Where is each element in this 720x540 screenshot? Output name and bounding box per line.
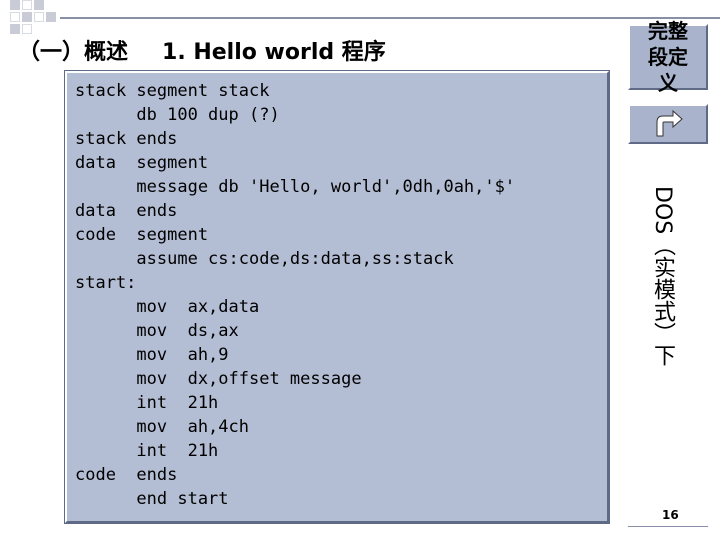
code-line: assume cs:code,ds:data,ss:stack bbox=[75, 249, 454, 269]
code-line: stack ends bbox=[75, 129, 178, 149]
full-segment-definition-label: 完整段定义 bbox=[648, 19, 688, 95]
code-line: end start bbox=[75, 489, 229, 509]
code-line: mov ah,4ch bbox=[75, 417, 249, 437]
code-line: db 100 dup (?) bbox=[75, 105, 280, 125]
code-line: mov ax,data bbox=[75, 297, 260, 317]
code-line: mov ah,9 bbox=[75, 345, 229, 365]
code-line: data segment bbox=[75, 153, 209, 173]
code-line: code ends bbox=[75, 465, 178, 485]
header-divider bbox=[60, 17, 720, 19]
return-arrow-icon bbox=[656, 110, 683, 137]
code-line: int 21h bbox=[75, 393, 219, 413]
page-number: 16 bbox=[662, 508, 679, 522]
slide-title: （一）概述 1. Hello world 程序 bbox=[18, 34, 386, 66]
code-line: data ends bbox=[75, 201, 178, 221]
code-panel-inner: stack segment stack db 100 dup (?) stack… bbox=[65, 71, 609, 523]
return-button[interactable] bbox=[628, 104, 708, 144]
code-line: mov ds,ax bbox=[75, 321, 239, 341]
code-line: message db 'Hello, world',0dh,0ah,'$' bbox=[75, 177, 516, 197]
code-panel: stack segment stack db 100 dup (?) stack… bbox=[64, 70, 610, 524]
code-line: mov dx,offset message bbox=[75, 369, 362, 389]
full-segment-definition-button[interactable]: 完整段定义 bbox=[628, 19, 708, 95]
code-line: start: bbox=[75, 273, 137, 293]
dos-real-mode-note: DOS（实模式）下 bbox=[650, 186, 675, 367]
assembly-code: stack segment stack db 100 dup (?) stack… bbox=[75, 79, 515, 511]
code-line: int 21h bbox=[75, 441, 219, 461]
footer-divider bbox=[628, 526, 708, 527]
code-line: code segment bbox=[75, 225, 209, 245]
code-line: stack segment stack bbox=[75, 81, 270, 101]
section-title: （一）概述 bbox=[18, 40, 129, 65]
slide-subtitle: 1. Hello world 程序 bbox=[162, 40, 386, 65]
